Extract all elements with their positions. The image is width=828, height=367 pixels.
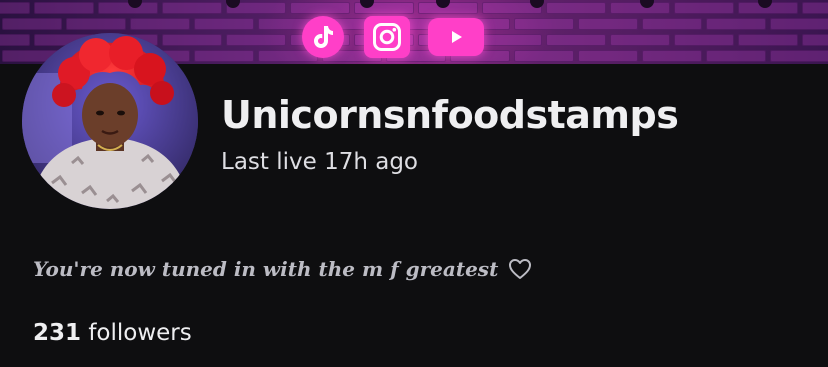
- followers-label: followers: [88, 320, 192, 346]
- youtube-icon: [452, 31, 462, 43]
- banner-decoration: [0, 0, 828, 8]
- social-links: [302, 16, 484, 58]
- heart-icon: [509, 259, 532, 279]
- followers-count-line[interactable]: 231 followers: [33, 317, 192, 349]
- followers-count: 231: [33, 320, 82, 346]
- tiktok-link[interactable]: [302, 16, 344, 58]
- channel-profile-page: Unicornsnfoodstamps Last live 17h ago Yo…: [0, 0, 828, 367]
- avatar[interactable]: [22, 33, 198, 209]
- channel-username: Unicornsnfoodstamps: [221, 93, 679, 137]
- tiktok-icon: [314, 26, 333, 48]
- bio-text: You're now tuned in with the m f greates…: [33, 257, 499, 281]
- avatar-image: [22, 33, 198, 209]
- youtube-link[interactable]: [428, 18, 484, 56]
- instagram-link[interactable]: [364, 16, 410, 58]
- last-live-status: Last live 17h ago: [221, 149, 418, 175]
- channel-bio: You're now tuned in with the m f greates…: [33, 254, 532, 284]
- instagram-icon: [373, 23, 401, 51]
